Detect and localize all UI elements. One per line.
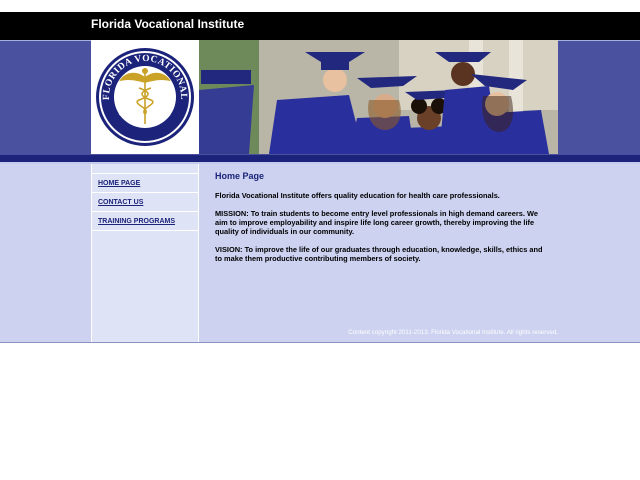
- graduates-photo: [199, 40, 558, 154]
- graduates-illustration: [199, 40, 558, 154]
- sidebar-item-home: HOME PAGE: [92, 174, 198, 193]
- page-heading: Home Page: [215, 171, 265, 181]
- contact-us-link[interactable]: CONTACT US: [98, 199, 143, 206]
- intro-text: Florida Vocational Institute offers qual…: [215, 191, 500, 200]
- nav-strip: [0, 155, 640, 162]
- copyright-text: Content copyright 2011-2013. Florida Voc…: [348, 329, 558, 336]
- vision-text: VISION: To improve the life of our gradu…: [215, 245, 543, 263]
- sidebar: HOME PAGE CONTACT US TRAINING PROGRAMS: [91, 164, 199, 342]
- training-programs-link[interactable]: TRAINING PROGRAMS: [98, 218, 175, 225]
- home-page-link[interactable]: HOME PAGE: [98, 180, 140, 187]
- main-content: Home Page Florida Vocational Institute o…: [215, 171, 547, 272]
- site-title: Florida Vocational Institute: [91, 17, 245, 31]
- sidebar-spacer: [92, 164, 198, 174]
- footer-divider: [0, 342, 640, 343]
- logo-seal: FLORIDA VOCATIONAL INSTITUTE: [96, 48, 194, 146]
- logo: FLORIDA VOCATIONAL INSTITUTE: [91, 40, 199, 154]
- top-margin: [0, 0, 640, 12]
- sidebar-item-training: TRAINING PROGRAMS: [92, 212, 198, 231]
- mission-text: MISSION: To train students to become ent…: [215, 209, 538, 236]
- sidebar-item-contact: CONTACT US: [92, 193, 198, 212]
